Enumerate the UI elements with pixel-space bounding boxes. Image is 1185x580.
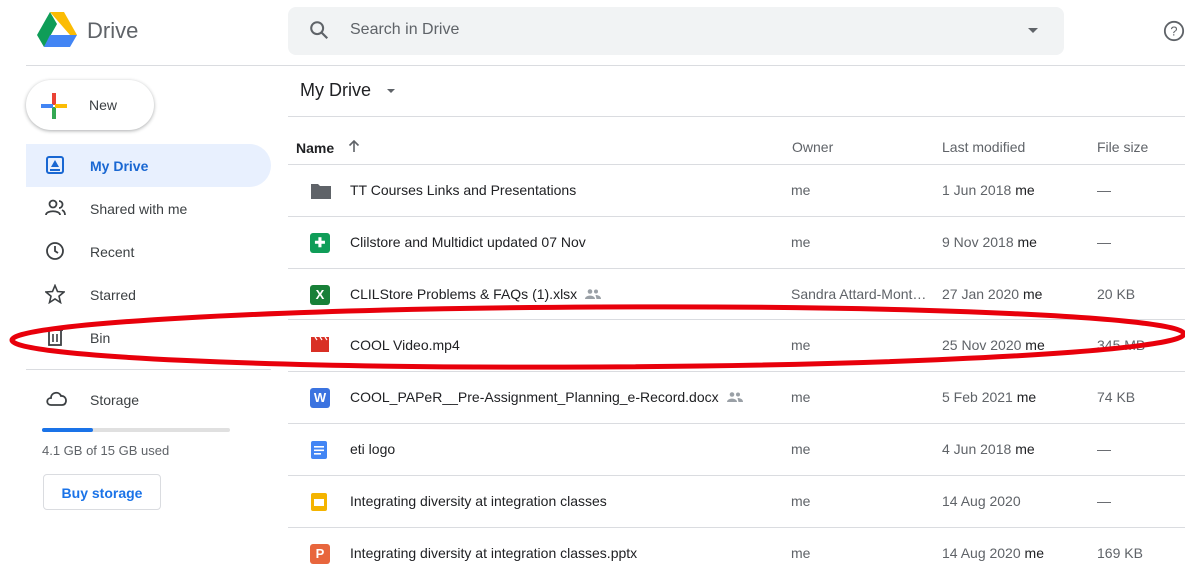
sidebar-item-label: Recent: [90, 244, 135, 260]
folder-file-icon: [310, 181, 331, 201]
storage-bar-fill: [42, 428, 93, 432]
sidebar-item-label: My Drive: [90, 158, 149, 174]
sort-arrow-up-icon[interactable]: [348, 139, 360, 156]
file-name: eti logo: [350, 441, 396, 457]
sidebar-item-label: Shared with me: [90, 201, 188, 217]
breadcrumb[interactable]: My Drive: [300, 80, 371, 101]
search-box[interactable]: Search in Drive: [288, 7, 1064, 55]
new-button-label: New: [89, 97, 118, 113]
svg-text:?: ?: [1170, 24, 1177, 39]
file-name: Integrating diversity at integration cla…: [350, 545, 638, 561]
file-owner: me: [791, 234, 811, 250]
file-owner: me: [791, 493, 811, 509]
storage-usage-text: 4.1 GB of 15 GB used: [42, 443, 170, 458]
storage-bar: [42, 428, 230, 432]
drive-logo[interactable]: [37, 12, 77, 53]
file-size: 169 KB: [1097, 545, 1143, 561]
file-size: —: [1097, 182, 1111, 198]
file-modified: 14 Aug 2020: [942, 493, 1021, 509]
file-size: —: [1097, 441, 1111, 457]
file-name: COOL_PAPeR__Pre-Assignment_Planning_e-Re…: [350, 389, 743, 406]
file-modified: 1 Jun 2018 me: [942, 182, 1035, 198]
new-button[interactable]: New: [26, 80, 154, 130]
file-size: 74 KB: [1097, 389, 1136, 405]
sidebar-item-my-drive[interactable]: My Drive: [26, 144, 271, 187]
sidebar-item-shared[interactable]: Shared with me: [26, 187, 271, 230]
file-row[interactable]: eti logo me 4 Jun 2018 me —: [288, 423, 1185, 476]
file-owner: me: [791, 182, 811, 198]
file-owner: me: [791, 389, 811, 405]
storage-label: Storage: [90, 392, 140, 408]
my-drive-icon: [45, 155, 65, 180]
highlight-ellipse: [9, 304, 1185, 370]
column-header-name-label: Name: [296, 140, 335, 156]
search-icon[interactable]: [308, 19, 330, 46]
clock-icon: [45, 241, 65, 266]
help-icon[interactable]: ?: [1163, 20, 1185, 47]
shared-people-icon: [726, 390, 743, 406]
slides-file-icon: [310, 492, 330, 512]
file-name: Integrating diversity at integration cla…: [350, 493, 607, 509]
shared-icon: [45, 198, 67, 223]
file-size: —: [1097, 234, 1111, 250]
file-modified: 4 Jun 2018 me: [942, 441, 1035, 457]
doc-file-icon: [310, 440, 330, 460]
chevron-down-icon[interactable]: [387, 89, 395, 93]
search-options-icon[interactable]: [1028, 28, 1038, 33]
file-name: TT Courses Links and Presentations: [350, 182, 577, 198]
sidebar-item-recent[interactable]: Recent: [26, 230, 271, 273]
search-input[interactable]: Search in Drive: [350, 21, 459, 39]
plus-icon: [41, 93, 67, 124]
file-owner: me: [791, 441, 811, 457]
app-name: Drive: [87, 18, 139, 43]
file-name: Clilstore and Multidict updated 07 Nov: [350, 234, 586, 250]
header-divider: [26, 65, 1185, 66]
file-size: —: [1097, 493, 1111, 509]
column-header-size[interactable]: File size: [1097, 139, 1148, 155]
file-row[interactable]: P Integrating diversity at integration cl…: [288, 527, 1185, 580]
toolbar-divider: [288, 116, 1185, 117]
file-modified: 14 Aug 2020 me: [942, 545, 1044, 561]
column-header-modified[interactable]: Last modified: [942, 139, 1025, 155]
file-owner: me: [791, 545, 811, 561]
buy-storage-button[interactable]: Buy storage: [43, 474, 161, 510]
form-file-icon: ✚: [310, 233, 330, 253]
file-modified: 5 Feb 2021 me: [942, 389, 1037, 405]
cloud-icon: [45, 389, 69, 412]
file-row[interactable]: Integrating diversity at integration cla…: [288, 475, 1185, 528]
file-row[interactable]: TT Courses Links and Presentations me 1 Ju…: [288, 164, 1185, 217]
file-row[interactable]: ✚ Clilstore and Multidict updated 07 Nov m…: [288, 216, 1185, 269]
word-file-icon: W: [310, 388, 330, 408]
file-modified: 9 Nov 2018 me: [942, 234, 1037, 250]
column-header-name[interactable]: Name: [296, 139, 360, 156]
column-header-owner[interactable]: Owner: [792, 139, 833, 155]
pptx-file-icon: P: [310, 544, 330, 564]
